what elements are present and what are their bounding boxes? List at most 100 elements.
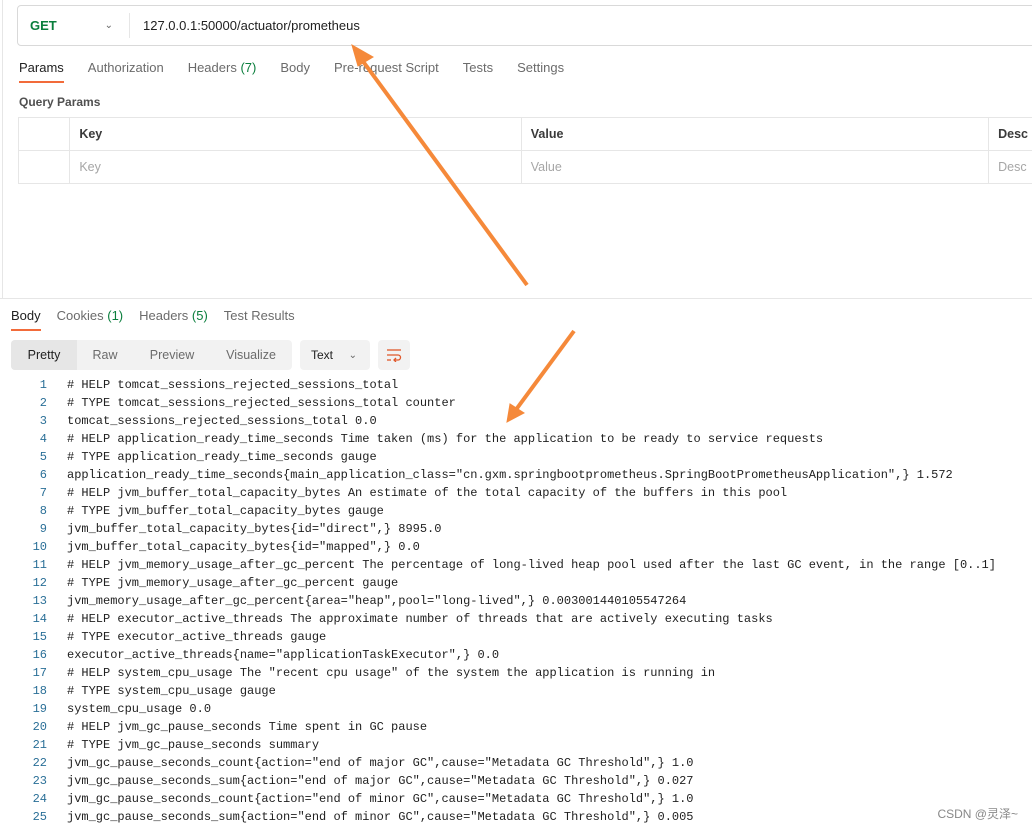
line-text: jvm_gc_pause_seconds_count{action="end o… — [67, 792, 694, 806]
line-text: # TYPE application_ready_time_seconds ga… — [67, 450, 377, 464]
table-header-row: Key Value Desc — [17, 117, 1032, 151]
value-header: Value — [520, 117, 990, 151]
line-number: 18 — [32, 684, 47, 698]
line-number: 9 — [39, 522, 47, 536]
line-text: # HELP tomcat_sessions_rejected_sessions… — [67, 378, 399, 392]
tab-test-results[interactable]: Test Results — [224, 308, 295, 331]
code-line: 14 # HELP executor_active_threads The app… — [0, 610, 996, 628]
description-input[interactable]: Desc — [988, 150, 1032, 184]
line-number: 25 — [32, 810, 47, 824]
tab-label: Headers — [187, 60, 237, 75]
tab-cookies[interactable]: Cookies (1) — [57, 308, 123, 331]
tab-authorization[interactable]: Authorization — [88, 60, 164, 83]
divider — [2, 0, 3, 298]
tab-headers[interactable]: Headers (5) — [139, 308, 208, 331]
line-text: executor_active_threads{name="applicatio… — [67, 648, 500, 662]
tab-tests[interactable]: Tests — [463, 60, 493, 83]
line-text: # HELP jvm_gc_pause_seconds Time spent i… — [67, 720, 428, 734]
code-line: 3 tomcat_sessions_rejected_sessions_total… — [0, 412, 996, 430]
line-number: 6 — [39, 468, 47, 482]
request-bar: GET ⌄ 127.0.0.1:50000/actuator/prometheu… — [17, 5, 1032, 46]
tab-label: Tests — [462, 60, 494, 75]
line-number: 5 — [39, 450, 47, 464]
format-label: Text — [311, 348, 334, 362]
code-line: 10 jvm_buffer_total_capacity_bytes{id="ma… — [0, 538, 996, 556]
tab-count: (5) — [191, 308, 208, 323]
view-preview[interactable]: Preview — [133, 340, 211, 370]
code-line: 21 # TYPE jvm_gc_pause_seconds summary — [0, 736, 996, 754]
line-number: 13 — [32, 594, 47, 608]
line-number: 2 — [39, 396, 47, 410]
line-number: 20 — [32, 720, 47, 734]
code-line: 20 # HELP jvm_gc_pause_seconds Time spent… — [0, 718, 996, 736]
view-raw[interactable]: Raw — [77, 340, 133, 370]
response-tabs: Body Cookies (1) Headers (5) Test Results — [11, 308, 311, 331]
line-number: 15 — [32, 630, 47, 644]
line-text: # TYPE jvm_gc_pause_seconds summary — [67, 738, 320, 752]
code-line: 7 # HELP jvm_buffer_total_capacity_bytes … — [0, 484, 996, 502]
line-number: 1 — [39, 378, 47, 392]
code-line: 4 # HELP application_ready_time_seconds T… — [0, 430, 996, 448]
pane-divider[interactable] — [0, 298, 1032, 299]
tab-params[interactable]: Params — [19, 60, 64, 83]
code-line: 16 executor_active_threads{name="applicat… — [0, 646, 996, 664]
key-input[interactable]: Key — [69, 150, 522, 184]
line-text: application_ready_time_seconds{main_appl… — [67, 468, 953, 482]
code-line: 18 # TYPE system_cpu_usage gauge — [0, 682, 996, 700]
line-number: 12 — [32, 576, 47, 590]
line-text: jvm_memory_usage_after_gc_percent{area="… — [67, 594, 687, 608]
code-line: 5 # TYPE application_ready_time_seconds g… — [0, 448, 996, 466]
tab-pre-request-script[interactable]: Pre-request Script — [334, 60, 439, 83]
tab-label: Headers — [139, 308, 189, 323]
code-line: 2 # TYPE tomcat_sessions_rejected_session… — [0, 394, 996, 412]
line-number: 11 — [32, 558, 47, 572]
code-line: 1 # HELP tomcat_sessions_rejected_session… — [0, 376, 996, 394]
line-number: 3 — [39, 414, 47, 428]
response-body: 1 # HELP tomcat_sessions_rejected_session… — [0, 376, 996, 826]
line-number: 4 — [39, 432, 47, 446]
code-line: 19 system_cpu_usage 0.0 — [0, 700, 996, 718]
line-text: # TYPE jvm_buffer_total_capacity_bytes g… — [67, 504, 384, 518]
line-text: jvm_buffer_total_capacity_bytes{id="dire… — [67, 522, 442, 536]
watermark: CSDN @灵泽~ — [937, 807, 1018, 821]
tab-label: Authorization — [87, 60, 164, 75]
tab-count: (1) — [107, 308, 124, 323]
code-line: 13 jvm_memory_usage_after_gc_percent{area… — [0, 592, 996, 610]
chevron-down-icon: ⌄ — [348, 349, 357, 361]
view-visualize[interactable]: Visualize — [211, 340, 291, 370]
code-line: 22 jvm_gc_pause_seconds_count{action="end… — [0, 754, 996, 772]
view-pretty[interactable]: Pretty — [11, 340, 77, 370]
line-text: system_cpu_usage 0.0 — [67, 702, 212, 716]
value-input[interactable]: Value — [520, 150, 990, 184]
description-header: Desc — [988, 117, 1032, 151]
line-text: jvm_gc_pause_seconds_count{action="end o… — [67, 756, 694, 770]
tab-count: (7) — [240, 60, 257, 75]
tab-label: Cookies — [56, 308, 104, 323]
line-number: 10 — [32, 540, 47, 554]
method-select[interactable]: GET ⌄ — [18, 13, 130, 38]
wrap-lines-button[interactable] — [378, 340, 410, 370]
line-text: # TYPE executor_active_threads gauge — [67, 630, 327, 644]
wrap-lines-icon — [387, 349, 402, 362]
tab-label: Settings — [517, 60, 565, 75]
method-label: GET — [30, 18, 57, 33]
code-line: 23 jvm_gc_pause_seconds_sum{action="end o… — [0, 772, 996, 790]
line-text: jvm_buffer_total_capacity_bytes{id="mapp… — [67, 540, 420, 554]
line-text: # TYPE system_cpu_usage gauge — [67, 684, 276, 698]
view-mode-group: Pretty Raw Preview Visualize — [11, 340, 292, 370]
key-header: Key — [69, 117, 522, 151]
format-select[interactable]: Text ⌄ — [300, 340, 370, 370]
code-line: 6 application_ready_time_seconds{main_app… — [0, 466, 996, 484]
tab-label: Body — [280, 60, 310, 75]
query-params-title: Query Params — [19, 95, 101, 109]
line-text: jvm_gc_pause_seconds_sum{action="end of … — [67, 810, 694, 824]
line-text: # HELP executor_active_threads The appro… — [67, 612, 773, 626]
query-params-table: Key Value Desc Key Value Desc — [17, 117, 1032, 184]
url-input[interactable]: 127.0.0.1:50000/actuator/prometheus — [130, 18, 360, 33]
tab-settings[interactable]: Settings — [517, 60, 564, 83]
checkbox-cell — [17, 117, 71, 151]
line-text: # TYPE jvm_memory_usage_after_gc_percent… — [67, 576, 399, 590]
tab-body[interactable]: Body — [280, 60, 310, 83]
tab-body[interactable]: Body — [11, 308, 41, 331]
tab-headers[interactable]: Headers (7) — [188, 60, 257, 83]
